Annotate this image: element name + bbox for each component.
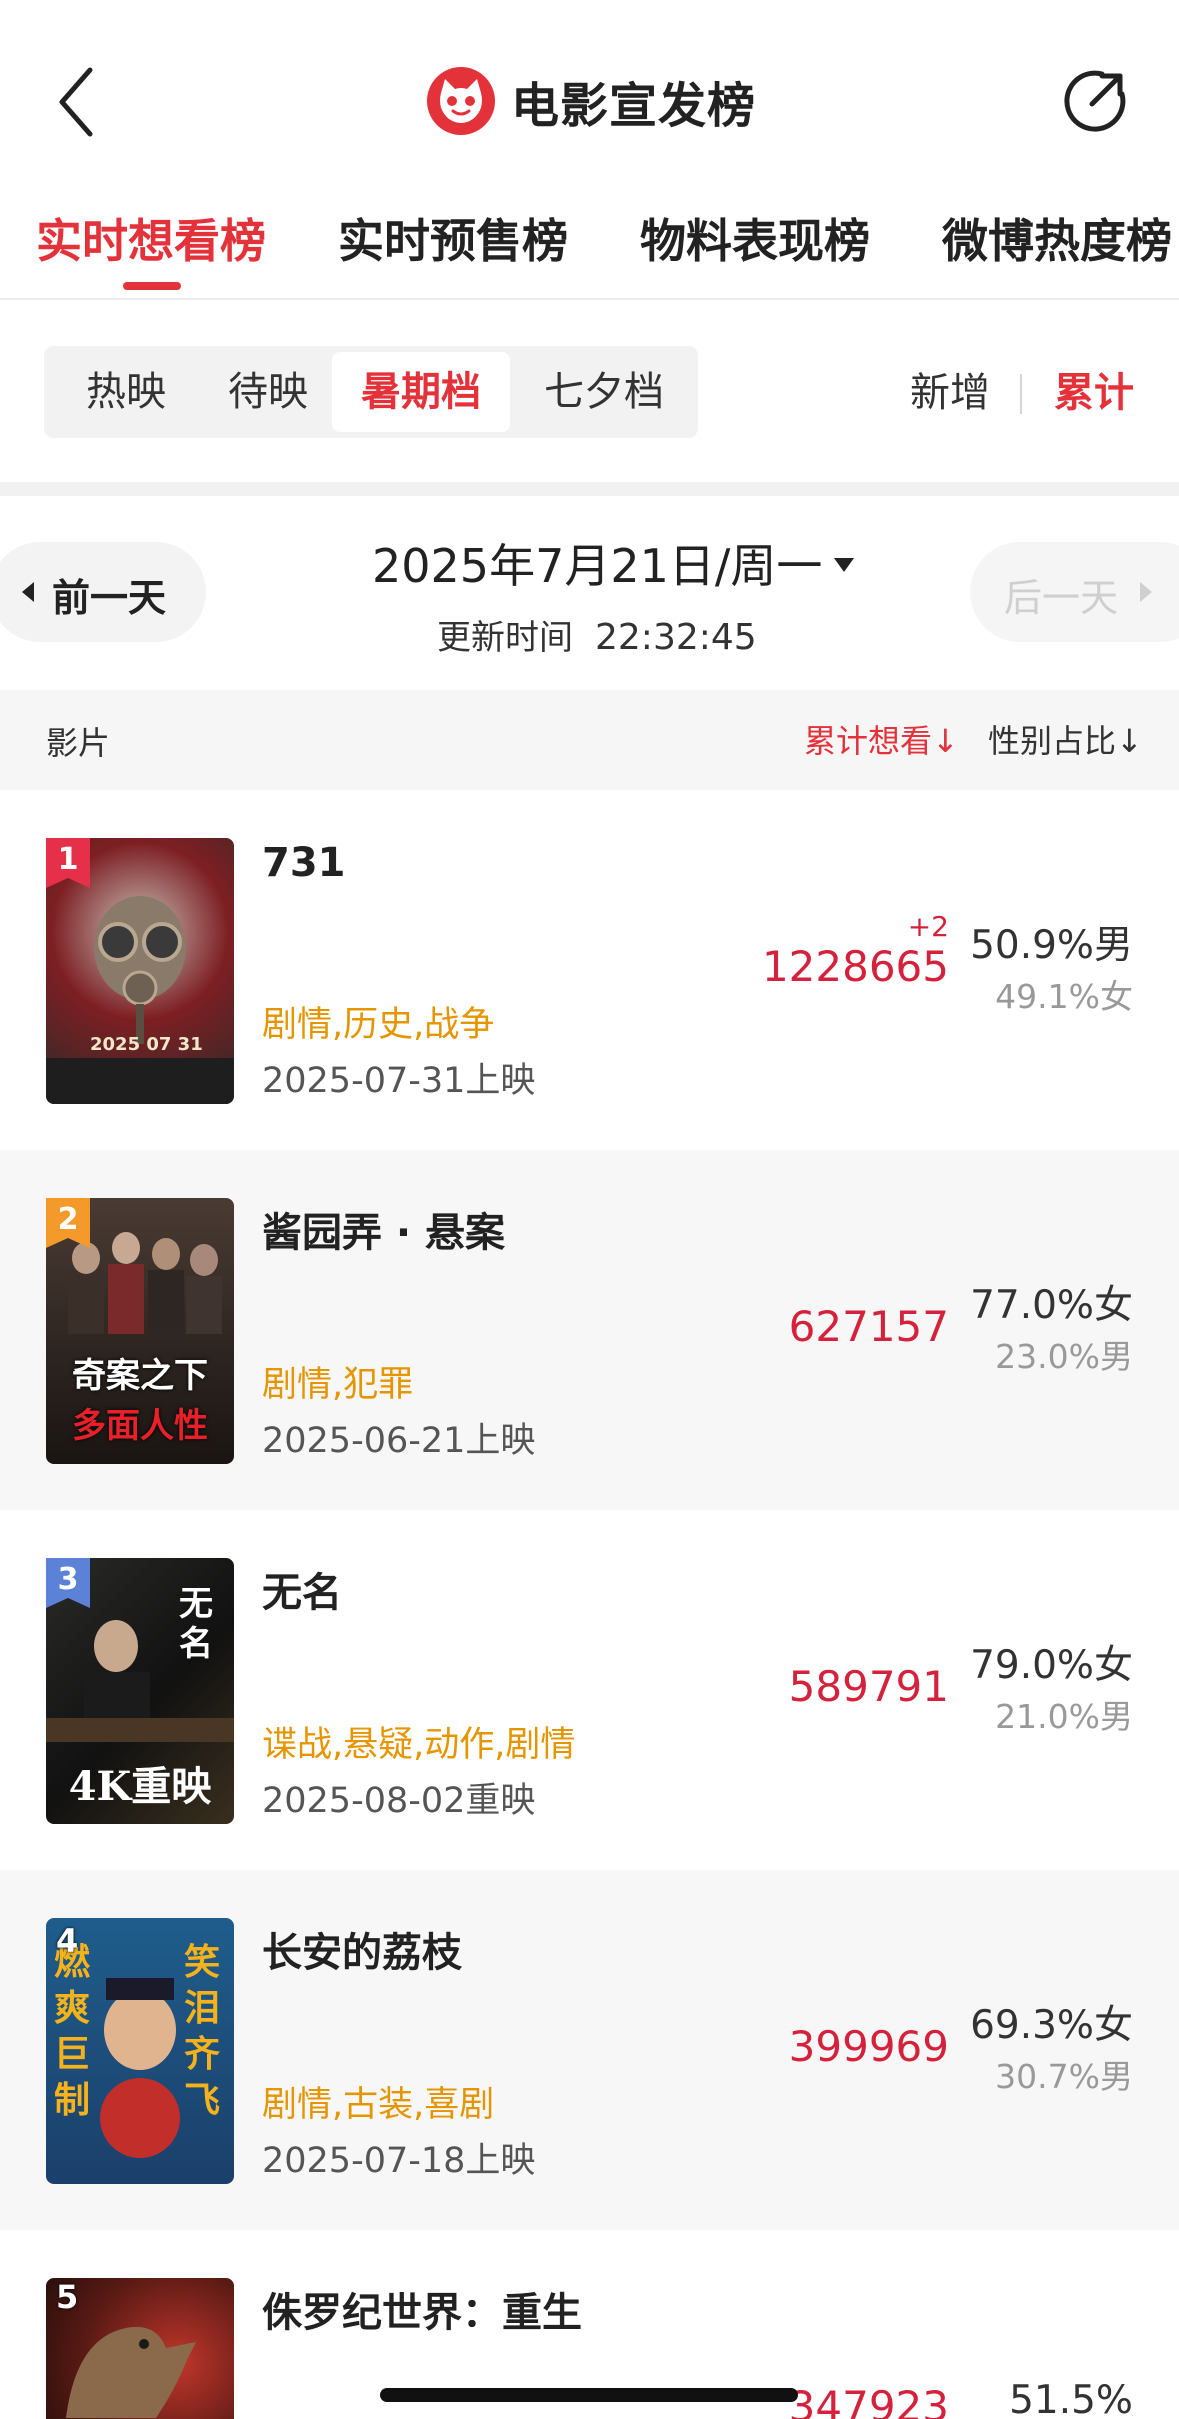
mode-new[interactable]: 新增 [910, 360, 990, 418]
table-row[interactable]: 2025 07 31 1 731 剧情,历史,战争 2025-07-31上映 +… [0, 790, 1179, 1150]
want-delta: +2 [907, 910, 949, 943]
movie-genre: 剧情,古装,喜剧 [262, 2085, 495, 2125]
gender-minor: 23.0%男 [995, 1337, 1133, 1376]
movie-genre: 剧情,历史,战争 [262, 1005, 495, 1045]
poster-text-1: 燃爽巨制 [54, 1942, 91, 2121]
gender-minor: 49.1%女 [995, 977, 1133, 1016]
poster-text-1: 无名 [179, 1584, 213, 1664]
gender-major: 69.3%女 [970, 2003, 1133, 2048]
mode-divider [1020, 374, 1022, 414]
movie-title: 731 [262, 840, 346, 886]
table-header: 影片 累计想看↓ 性别占比↓ [0, 690, 1179, 790]
gender-major: 50.9%男 [970, 923, 1133, 968]
tab-weibo-heat[interactable]: 微博热度榜 [942, 205, 1172, 271]
cumulative-want: 627157 [788, 1302, 949, 1351]
right-triangle-icon [1140, 582, 1152, 602]
date-picker[interactable]: 2025年7月21日/周一 [372, 530, 855, 596]
main-tabs: 实时想看榜 实时预售榜 物料表现榜 微博热度榜 [0, 190, 1179, 300]
sort-cumulative-want[interactable]: 累计想看↓ [804, 716, 959, 762]
gender-minor: 21.0%男 [995, 1697, 1133, 1736]
column-film: 影片 [46, 724, 111, 762]
cumulative-want: 347923 [788, 2382, 949, 2419]
movie-title: 侏罗纪世界：重生 [262, 2290, 582, 2336]
maoyan-cat-logo-icon [427, 67, 495, 135]
update-time-value: 22:32:45 [595, 617, 757, 658]
cumulative-want: 399969 [788, 2022, 949, 2071]
table-row[interactable]: 奇案之下 多面人性 2 酱园弄 · 悬案 剧情,犯罪 2025-06-21上映 … [0, 1150, 1179, 1510]
gender-major: 51.5% [1009, 2378, 1133, 2419]
share-icon[interactable] [1062, 68, 1128, 134]
tab-realtime-presale[interactable]: 实时预售榜 [338, 205, 568, 271]
gender-major: 79.0%女 [970, 1643, 1133, 1688]
release-date: 2025-07-31上映 [262, 1061, 536, 1101]
release-date: 2025-07-18上映 [262, 2141, 536, 2181]
release-date: 2025-08-02重映 [262, 1781, 536, 1821]
period-segmented-control: 热映 待映 暑期档 七夕档 [44, 346, 698, 438]
poster-text: 2025 07 31 [90, 1034, 203, 1055]
segment-upcoming[interactable]: 待映 [204, 352, 332, 432]
dropdown-caret-icon [834, 558, 855, 572]
movie-title: 无名 [262, 1570, 342, 1616]
table-row[interactable]: 无名 4K重映 3 无名 谍战,悬疑,动作,剧情 2025-08-02重映 58… [0, 1510, 1179, 1870]
left-triangle-icon [22, 582, 34, 602]
rank-label-5: 5 [56, 2278, 79, 2316]
cumulative-want: 589791 [788, 1662, 949, 1711]
tab-material-performance[interactable]: 物料表现榜 [640, 205, 870, 271]
brand: 电影宣发榜 [425, 63, 756, 139]
current-date: 2025年7月21日/周一 [372, 539, 823, 593]
update-time: 更新时间 22:32:45 [437, 610, 757, 659]
mode-cumulative[interactable]: 累计 [1054, 360, 1134, 418]
segment-qixi[interactable]: 七夕档 [522, 352, 686, 432]
prev-day-button[interactable]: 前一天 [0, 542, 206, 642]
poster-text-2: 多面人性 [72, 1406, 208, 1446]
poster-text-2: 4K重映 [68, 1763, 212, 1810]
release-date: 2025-06-21上映 [262, 1421, 536, 1461]
next-day-label: 后一天 [1004, 576, 1119, 620]
home-indicator [380, 2388, 798, 2402]
movie-title: 酱园弄 · 悬案 [262, 1210, 506, 1256]
segment-summer[interactable]: 暑期档 [332, 352, 510, 432]
prev-day-label: 前一天 [52, 576, 167, 620]
poster-text-2: 笑泪齐飞 [184, 1942, 221, 2121]
table-row[interactable]: 燃爽巨制 笑泪齐飞 4 长安的荔枝 剧情,古装,喜剧 2025-07-18上映 … [0, 1870, 1179, 2230]
update-time-label: 更新时间 [437, 618, 573, 658]
segment-now-showing[interactable]: 热映 [62, 352, 190, 432]
sort-gender-ratio[interactable]: 性别占比↓ [988, 716, 1143, 762]
back-chevron-icon[interactable] [50, 62, 110, 142]
top-bar: 电影宣发榜 [0, 0, 1179, 190]
gender-minor: 30.7%男 [995, 2057, 1133, 2096]
tab-realtime-want[interactable]: 实时想看榜 [36, 205, 266, 271]
poster-text-1: 奇案之下 [72, 1356, 208, 1396]
active-tab-indicator [123, 282, 181, 290]
page-title: 电影宣发榜 [511, 78, 757, 134]
section-separator [0, 482, 1179, 496]
movie-title: 长安的荔枝 [262, 1930, 462, 1976]
movie-genre: 剧情,犯罪 [262, 1365, 414, 1405]
cumulative-want: 1228665 [761, 942, 949, 991]
gender-major: 77.0%女 [970, 1283, 1133, 1328]
rank-label-4: 4 [56, 1922, 79, 1960]
movie-genre: 谍战,悬疑,动作,剧情 [262, 1725, 576, 1765]
next-day-button[interactable]: 后一天 [970, 542, 1179, 642]
